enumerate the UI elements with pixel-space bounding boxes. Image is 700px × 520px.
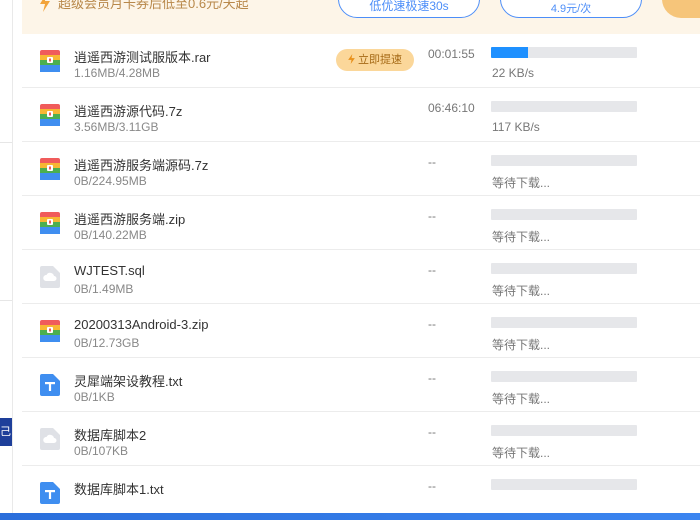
remaining-time: -- <box>428 155 436 169</box>
download-status: 等待下载... <box>492 176 551 190</box>
progress-fill <box>491 47 528 58</box>
promo-banner: 超级会员月卡券后低至0.6元/天起 低优速极速30s 4.9元/次 <box>22 0 700 34</box>
file-name: 逍遥西游测试服版本.rar <box>74 50 211 65</box>
trial-speedup-label: 低优速极速30s <box>369 0 449 13</box>
file-size: 1.16MB/4.28MB <box>74 66 161 80</box>
sidebar-divider <box>0 142 12 143</box>
progress-bar <box>491 209 637 220</box>
progress-bar <box>491 47 637 58</box>
vip-button[interactable] <box>662 0 700 18</box>
sidebar-badge[interactable]: 己 <box>0 418 12 446</box>
download-status: 等待下载... <box>492 284 551 298</box>
download-row[interactable]: WJTEST.sql 0B/1.49MB -- 等待下载... <box>22 250 700 304</box>
month-card-price: 4.9元/次 <box>550 3 592 15</box>
progress-bar <box>491 101 637 112</box>
text-file-icon <box>40 374 60 396</box>
progress-bar <box>491 425 637 436</box>
remaining-time: -- <box>428 371 436 385</box>
progress-bar <box>491 317 637 328</box>
progress-bar <box>491 155 637 166</box>
archive-file-icon <box>40 212 60 234</box>
file-size: 0B/140.22MB <box>74 228 147 242</box>
progress-bar <box>491 371 637 382</box>
download-row[interactable]: 逍遥西游服务端.zip 0B/140.22MB -- 等待下载... <box>22 196 700 250</box>
download-status: 等待下载... <box>492 392 551 406</box>
promo-text: 超级会员月卡券后低至0.6元/天起 <box>58 0 249 11</box>
sidebar-divider <box>0 300 12 301</box>
speedup-label: 立即提速 <box>358 54 402 66</box>
remaining-time: -- <box>428 317 436 331</box>
file-name: 数据库脚本1.txt <box>74 482 164 497</box>
file-size: 0B/12.73GB <box>74 336 140 350</box>
bottom-bar <box>0 513 700 520</box>
remaining-time: 06:46:10 <box>428 101 475 115</box>
download-row[interactable]: 数据库脚本2 0B/107KB -- 等待下载... <box>22 412 700 466</box>
download-row[interactable]: 逍遥西游服务端源码.7z 0B/224.95MB -- 等待下载... <box>22 142 700 196</box>
download-row[interactable]: 逍遥西游测试服版本.rar 1.16MB/4.28MB 立即提速 00:01:55 22… <box>22 34 700 88</box>
file-size: 0B/1KB <box>74 390 115 404</box>
file-name: 20200313Android-3.zip <box>74 317 209 332</box>
download-status: 等待下载... <box>492 338 551 352</box>
download-row[interactable]: 20200313Android-3.zip 0B/12.73GB -- 等待下载... <box>22 304 700 358</box>
remaining-time: 00:01:55 <box>428 47 475 61</box>
remaining-time: -- <box>428 209 436 223</box>
sidebar-badge-text: 己 <box>0 426 11 438</box>
month-card-button[interactable]: 4.9元/次 <box>500 0 642 18</box>
file-size: 0B/224.95MB <box>74 174 147 188</box>
remaining-time: -- <box>428 425 436 439</box>
lightning-icon <box>40 0 50 12</box>
generic-file-icon <box>40 266 60 288</box>
file-name: 逍遥西游源代码.7z <box>74 104 183 119</box>
progress-bar <box>491 263 637 274</box>
speedup-button[interactable]: 立即提速 <box>336 49 414 71</box>
remaining-time: -- <box>428 479 436 493</box>
left-sidebar: 己 <box>0 0 13 520</box>
download-status: 等待下载... <box>492 230 551 244</box>
file-name: 逍遥西游服务端.zip <box>74 212 186 227</box>
file-name: 逍遥西游服务端源码.7z <box>74 158 209 173</box>
trial-speedup-button[interactable]: 低优速极速30s <box>338 0 480 18</box>
file-size: 3.56MB/3.11GB <box>74 120 159 134</box>
archive-file-icon <box>40 158 60 180</box>
file-name: 灵犀端架设教程.txt <box>74 374 183 389</box>
file-size: 0B/107KB <box>74 444 129 458</box>
progress-bar <box>491 479 637 490</box>
download-row[interactable]: 灵犀端架设教程.txt 0B/1KB -- 等待下载... <box>22 358 700 412</box>
archive-file-icon <box>40 50 60 72</box>
text-file-icon <box>40 482 60 504</box>
file-name: 数据库脚本2 <box>74 428 147 443</box>
archive-file-icon <box>40 320 60 342</box>
download-status: 等待下载... <box>492 446 551 460</box>
download-status: 22 KB/s <box>492 66 535 80</box>
file-name: WJTEST.sql <box>74 263 145 278</box>
download-row[interactable]: 逍遥西游源代码.7z 3.56MB/3.11GB 06:46:10 117 KB/s <box>22 88 700 142</box>
download-status: 117 KB/s <box>492 120 540 134</box>
archive-file-icon <box>40 104 60 126</box>
download-row[interactable]: 数据库脚本1.txt -- <box>22 466 700 520</box>
generic-file-icon <box>40 428 60 450</box>
lightning-icon <box>348 54 355 64</box>
download-list: 逍遥西游测试服版本.rar 1.16MB/4.28MB 立即提速 00:01:55 22… <box>22 34 700 520</box>
file-size: 0B/1.49MB <box>74 282 134 296</box>
remaining-time: -- <box>428 263 436 277</box>
